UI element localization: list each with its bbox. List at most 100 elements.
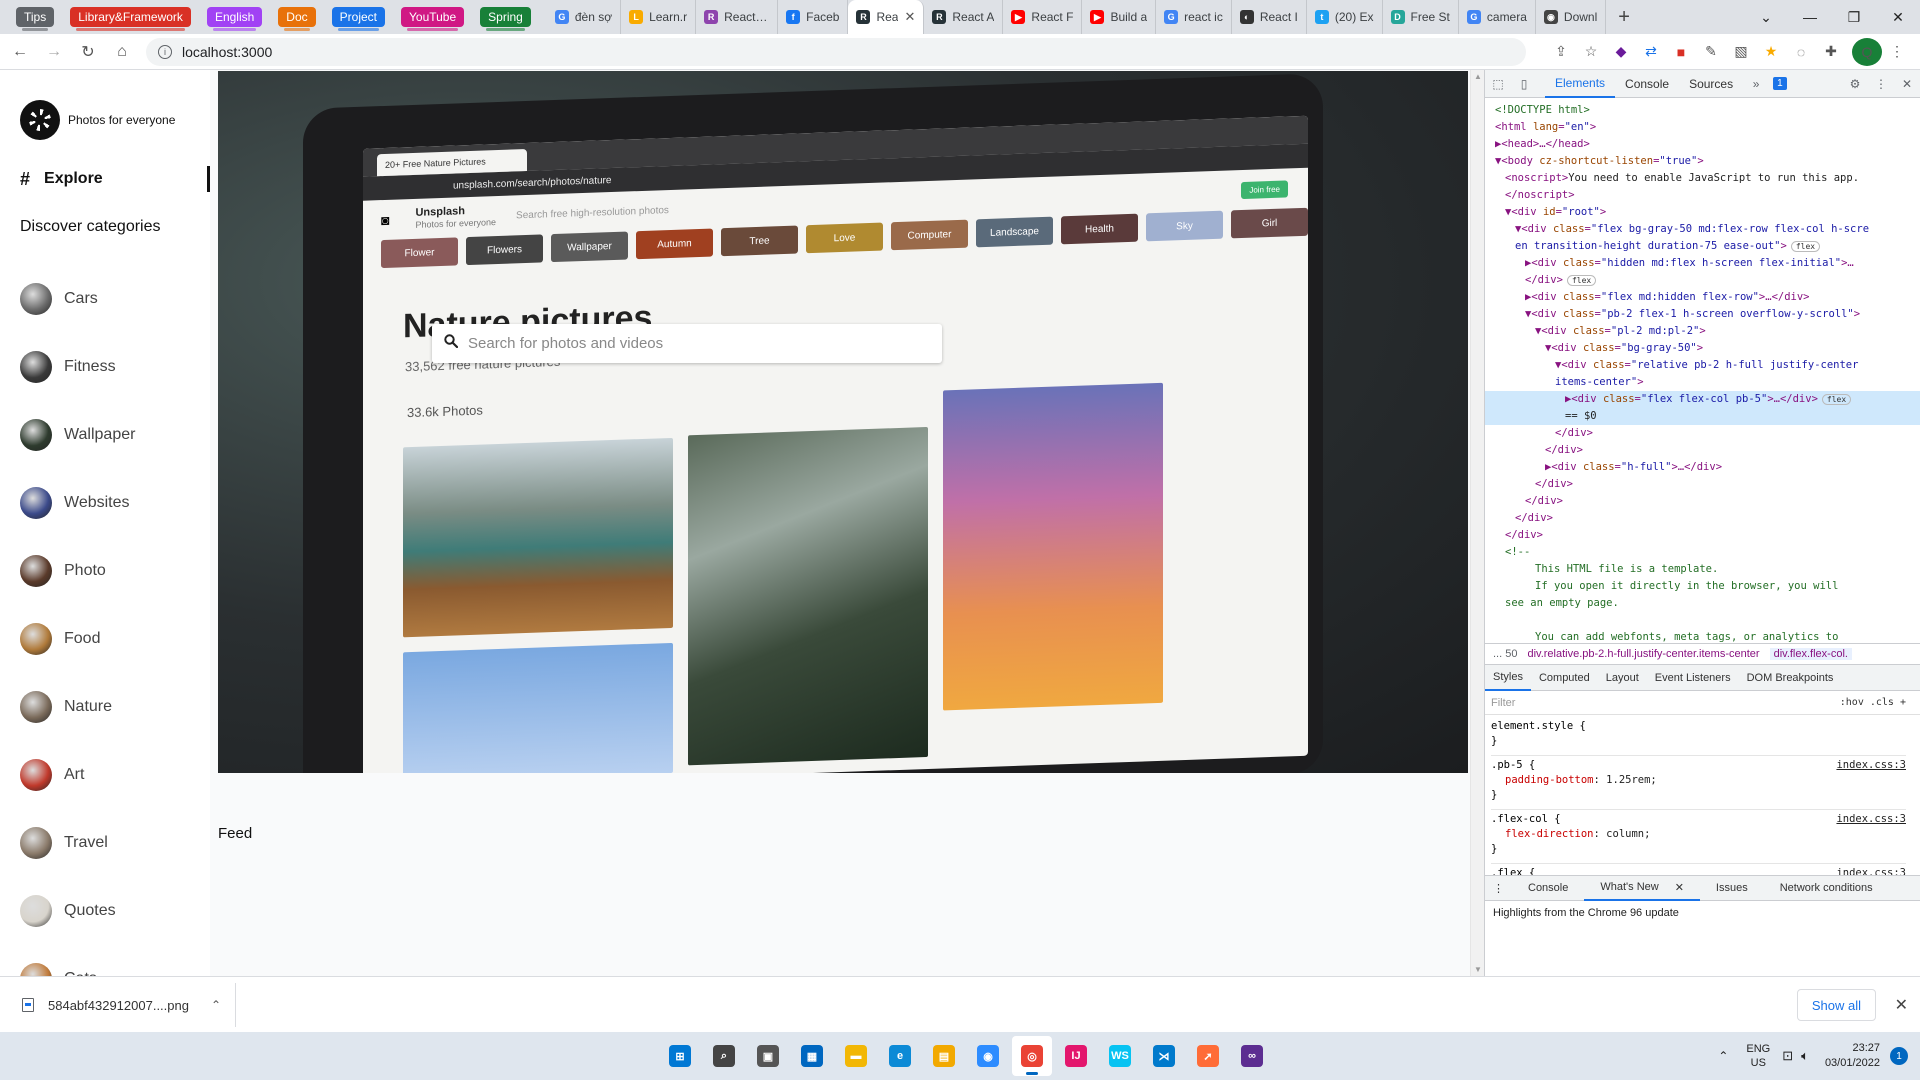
drawer-tab-what-s-new[interactable]: What's New ✕ [1584,875,1700,901]
dom-node-line[interactable]: == $0 [1485,408,1920,425]
search-taskbar-button[interactable]: ⌕ [704,1036,744,1076]
css-property[interactable]: padding-bottom: 1.25rem; [1491,773,1906,788]
tab-item[interactable]: Greact ic [1156,0,1232,34]
tab-active[interactable]: R Rea ✕ [848,0,925,34]
chrome-button[interactable]: ◎ [1012,1036,1052,1076]
tab-item[interactable]: ◉ Downl [1536,0,1607,34]
tab-item[interactable]: ▶ React F [1003,0,1083,34]
show-all-button[interactable]: Show all [1796,989,1876,1021]
file-explorer-button[interactable]: ▬ [836,1036,876,1076]
extension-grey-icon[interactable]: ▧ [1726,38,1756,66]
bookmark-library-framework[interactable]: Library&Framework [70,7,191,31]
tab-item[interactable]: R React A [924,0,1004,34]
dom-node-line[interactable]: </noscript> [1495,187,1920,204]
brand[interactable]: Photos for everyone [20,100,175,140]
devtools-tab-elements[interactable]: Elements [1545,70,1616,98]
share-icon[interactable]: ⇪ [1546,38,1576,66]
breadcrumb-current[interactable]: div.flex.flex-col. [1769,648,1852,660]
dom-node-line[interactable]: </div> [1495,476,1920,493]
breadcrumb-parent[interactable]: div.relative.pb-2.h-full.justify-center.… [1527,648,1759,660]
dom-node-line[interactable]: ▼<div class="bg-gray-50"> [1495,340,1920,357]
tab-item[interactable]: t (20) Ex [1307,0,1383,34]
extension-translate-icon[interactable]: ⇄ [1636,38,1666,66]
dom-node-line[interactable]: </div> [1495,425,1920,442]
dom-node-line[interactable]: </div> [1495,442,1920,459]
search-bar[interactable] [432,324,942,363]
dom-node-line[interactable]: </div> [1495,527,1920,544]
styles-filter-tools[interactable]: :hov .cls + [1840,697,1906,708]
dom-node-line[interactable]: see an empty page. [1495,595,1920,612]
bookmark-star-icon[interactable]: ☆ [1576,38,1606,66]
dom-node-line[interactable]: ▼<div class="pl-2 md:pl-2"> [1495,323,1920,340]
dom-node-line[interactable] [1495,612,1920,629]
issues-icon[interactable]: 1 [1769,70,1787,98]
dom-node-line[interactable]: <noscript>You need to enable JavaScript … [1495,170,1920,187]
bookmark-doc[interactable]: Doc [278,7,316,31]
category-websites[interactable]: Websites [20,469,135,537]
dom-node-line[interactable]: <html lang="en"> [1495,119,1920,136]
category-nature[interactable]: Nature [20,673,135,741]
dom-node-line[interactable]: </div> [1495,510,1920,527]
extensions-puzzle-icon[interactable]: ✚ [1816,38,1846,66]
zoom-button[interactable]: ◉ [968,1036,1008,1076]
new-tab-button[interactable]: + [1606,6,1642,29]
bookmark-spring[interactable]: Spring [480,7,531,31]
start-button[interactable]: ⊞ [660,1036,700,1076]
dom-node-line[interactable]: en transition-height duration-75 ease-ou… [1495,238,1920,255]
category-food[interactable]: Food [20,605,135,673]
chrome-menu-icon[interactable]: ⋮ [1882,38,1912,66]
vscode-button[interactable]: ⋊ [1144,1036,1184,1076]
category-wallpaper[interactable]: Wallpaper [20,401,135,469]
maximize-button[interactable]: ❐ [1832,0,1876,34]
styles-subtab-styles[interactable]: Styles [1485,665,1531,691]
drawer-tab-issues[interactable]: Issues [1700,875,1764,901]
tab-item[interactable]: f Faceb [778,0,849,34]
dom-node-line[interactable]: ▼<div id="root"> [1495,204,1920,221]
category-cars[interactable]: Cars [20,265,135,333]
close-drawer-tab-icon[interactable]: ✕ [1667,874,1692,900]
dom-node-line[interactable]: ▼<div class="flex bg-gray-50 md:flex-row… [1495,221,1920,238]
tab-item[interactable]: L Learn.r [621,0,697,34]
css-rule-source-link[interactable]: index.css:3 [1836,812,1906,827]
task-view-button[interactable]: ▣ [748,1036,788,1076]
tab-item[interactable]: R ReactJS [696,0,779,34]
drawer-tab-network-conditions[interactable]: Network conditions [1764,875,1889,901]
postman-button[interactable]: ➚ [1188,1036,1228,1076]
category-travel[interactable]: Travel [20,809,135,877]
store-button[interactable]: ▤ [924,1036,964,1076]
css-rule-source-link[interactable]: index.css:3 [1836,866,1906,875]
extension-redux-icon[interactable]: ◆ [1606,38,1636,66]
dom-node-line[interactable]: This HTML file is a template. [1495,561,1920,578]
bookmark-youtube[interactable]: YouTube [401,7,465,31]
category-photo[interactable]: Photo [20,537,135,605]
nav-explore[interactable]: # Explore [20,166,210,192]
bookmark-english[interactable]: English [206,7,263,31]
styles-subtab-computed[interactable]: Computed [1531,665,1598,691]
search-input[interactable] [468,335,908,352]
edge-button[interactable]: e [880,1036,920,1076]
bookmark-tips[interactable]: Tips [16,7,55,31]
dom-node-line[interactable]: ▶<div class="flex flex-col pb-5">…</div>… [1485,391,1920,408]
site-info-icon[interactable]: i [158,44,172,59]
dom-node-line[interactable]: </div> flex [1495,272,1920,289]
dom-node-line[interactable]: </div> [1495,493,1920,510]
scroll-down-arrow-icon[interactable]: ▼ [1474,965,1482,974]
settings-gear-icon[interactable]: ⚙ [1842,70,1868,98]
network-icon[interactable]: ⊡ [1782,1048,1793,1064]
dom-node-line[interactable]: ▼<div class="relative pb-2 h-full justif… [1495,357,1920,374]
tab-item[interactable]: ▶ Build a [1082,0,1157,34]
category-quotes[interactable]: Quotes [20,877,135,945]
tab-item[interactable]: Gcamera [1459,0,1536,34]
dom-node-line[interactable]: <!-- [1495,544,1920,561]
category-fitness[interactable]: Fitness [20,333,135,401]
intellij-button[interactable]: IJ [1056,1036,1096,1076]
tab-item[interactable]: ◐ React I [1232,0,1307,34]
css-property[interactable]: flex-direction: column; [1491,827,1906,842]
css-rule-source-link[interactable]: index.css:3 [1836,758,1906,773]
styles-subtab-dom-breakpoints[interactable]: DOM Breakpoints [1739,665,1842,691]
chevron-up-icon[interactable]: ⌃ [211,998,221,1012]
more-tabs-icon[interactable]: » [1743,70,1769,98]
dom-node-line[interactable]: If you open it directly in the browser, … [1495,578,1920,595]
home-icon[interactable]: ⌂ [108,38,136,66]
close-download-bar-icon[interactable]: ✕ [1895,995,1908,1015]
